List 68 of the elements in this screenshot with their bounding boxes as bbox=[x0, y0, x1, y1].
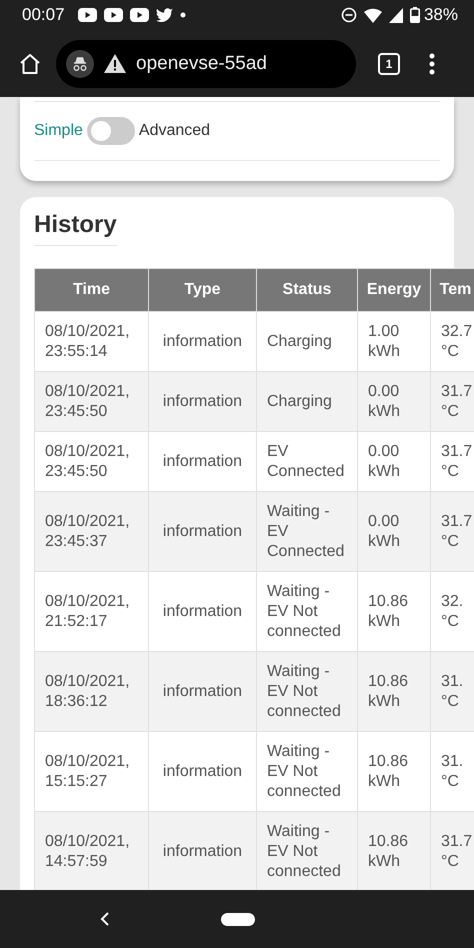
video-app-icon bbox=[104, 8, 123, 22]
table-cell: 08/10/2021, 23:55:14 bbox=[34, 312, 148, 372]
battery-percentage: 38% bbox=[424, 5, 458, 25]
table-cell: information bbox=[148, 812, 256, 890]
section-title: History bbox=[34, 211, 117, 246]
table-cell: 08/10/2021, 18:36:12 bbox=[34, 652, 148, 732]
table-cell: 0.00 kWh bbox=[358, 372, 430, 432]
table-cell: 10.86 kWh bbox=[358, 572, 430, 652]
table-cell: information bbox=[148, 312, 256, 372]
bird-icon bbox=[156, 8, 173, 22]
table-cell: information bbox=[148, 432, 256, 492]
column-header: Tem bbox=[430, 268, 474, 312]
column-header: Status bbox=[256, 268, 358, 312]
table-cell: 31. °C bbox=[430, 732, 474, 812]
table-cell: Waiting - EV Not connected bbox=[256, 812, 358, 890]
column-header: Energy bbox=[358, 268, 430, 312]
table-cell: 31.7 °C bbox=[430, 432, 474, 492]
table-cell: 32.7 °C bbox=[430, 312, 474, 372]
table-cell: Charging bbox=[256, 372, 358, 432]
dot-icon bbox=[180, 12, 186, 18]
table-cell: Waiting - EV Not connected bbox=[256, 572, 358, 652]
table-cell: 08/10/2021, 21:52:17 bbox=[34, 572, 148, 652]
do-not-disturb-icon bbox=[340, 7, 357, 23]
mode-label: Simple bbox=[34, 122, 83, 140]
address-bar[interactable]: openevse-55ad bbox=[56, 40, 356, 88]
table-cell: 31.7 °C bbox=[430, 372, 474, 432]
table-cell: 31.7 °C bbox=[430, 812, 474, 890]
tab-count-button[interactable]: 1 bbox=[378, 52, 400, 74]
mode-toggle[interactable] bbox=[86, 117, 135, 145]
table-cell: EV Connected bbox=[256, 432, 358, 492]
table-cell: 0.00 kWh bbox=[358, 492, 430, 572]
wifi-icon bbox=[364, 8, 382, 22]
back-icon[interactable] bbox=[100, 912, 110, 926]
table-cell: 32. °C bbox=[430, 572, 474, 652]
mode-label: Advanced bbox=[138, 122, 210, 140]
table-cell: Waiting - EV Connected bbox=[256, 492, 358, 572]
menu-icon[interactable] bbox=[428, 52, 436, 74]
table-cell: 31.7 °C bbox=[430, 492, 474, 572]
clock: 00:07 bbox=[22, 5, 65, 25]
table-cell: 0.00 kWh bbox=[358, 432, 430, 492]
home-handle[interactable] bbox=[221, 912, 255, 926]
table-cell: Waiting - EV Not connected bbox=[256, 652, 358, 732]
table-cell: 1.00 kWh bbox=[358, 312, 430, 372]
video-app-icon bbox=[78, 8, 97, 22]
table-cell: information bbox=[148, 652, 256, 732]
table-cell: 10.86 kWh bbox=[358, 652, 430, 732]
table-cell: 08/10/2021, 23:45:50 bbox=[34, 432, 148, 492]
table-cell: 10.86 kWh bbox=[358, 812, 430, 890]
table-cell: 08/10/2021, 23:45:37 bbox=[34, 492, 148, 572]
signal-icon bbox=[388, 8, 403, 22]
table-cell: 08/10/2021, 15:15:27 bbox=[34, 732, 148, 812]
column-header: Time bbox=[34, 268, 148, 312]
table-cell: 10.86 kWh bbox=[358, 732, 430, 812]
warning-icon bbox=[104, 54, 126, 73]
table-cell: information bbox=[148, 372, 256, 432]
video-app-icon bbox=[130, 8, 149, 22]
table-cell: information bbox=[148, 572, 256, 652]
table-cell: Waiting - EV Not connected bbox=[256, 732, 358, 812]
table-cell: 31. °C bbox=[430, 652, 474, 732]
table-cell: 08/10/2021, 14:57:59 bbox=[34, 812, 148, 890]
incognito-icon bbox=[66, 50, 94, 78]
column-header: Type bbox=[148, 268, 256, 312]
table-cell: information bbox=[148, 732, 256, 812]
table-cell: information bbox=[148, 492, 256, 572]
battery-icon bbox=[410, 7, 420, 23]
table-cell: 08/10/2021, 23:45:50 bbox=[34, 372, 148, 432]
home-icon[interactable] bbox=[18, 52, 42, 76]
table-cell: Charging bbox=[256, 312, 358, 372]
